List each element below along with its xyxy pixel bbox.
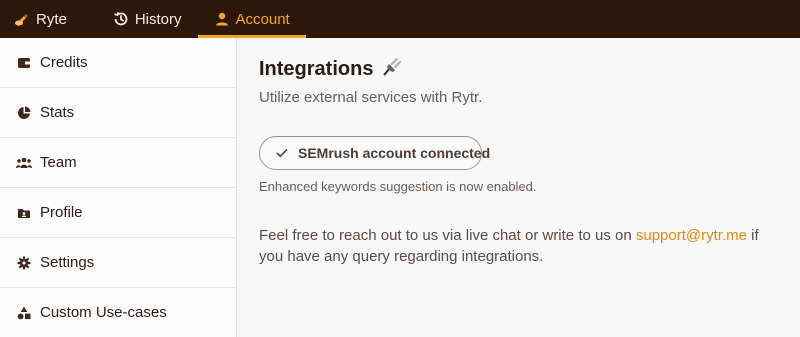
semrush-connected-button[interactable]: SEMrush account connected bbox=[259, 136, 490, 170]
sidebar-item-stats[interactable]: Stats bbox=[0, 88, 236, 138]
history-icon bbox=[113, 11, 129, 27]
page-subtitle: Utilize external services with Rytr. bbox=[259, 89, 483, 106]
user-icon bbox=[214, 11, 230, 27]
check-icon bbox=[276, 145, 288, 161]
shapes-icon bbox=[16, 305, 32, 321]
sidebar-item-label: Custom Use-cases bbox=[40, 304, 167, 321]
writing-hand-icon bbox=[14, 11, 30, 27]
brand-link[interactable]: Ryte bbox=[14, 0, 97, 38]
nav-history[interactable]: History bbox=[97, 0, 198, 38]
sidebar-item-label: Credits bbox=[40, 54, 88, 71]
sidebar-item-label: Settings bbox=[40, 254, 95, 271]
sidebar-item-credits[interactable]: Credits bbox=[0, 38, 236, 88]
nav-account-label: Account bbox=[235, 10, 290, 28]
sidebar-item-label: Stats bbox=[40, 104, 75, 121]
team-icon bbox=[16, 155, 32, 171]
help-text-before: Feel free to reach out to us via live ch… bbox=[259, 227, 632, 244]
gear-icon bbox=[16, 255, 32, 271]
page-title: Integrations bbox=[259, 56, 403, 82]
semrush-connected-label: SEMrush account connected bbox=[298, 145, 491, 161]
wallet-icon bbox=[16, 55, 32, 71]
nav-account[interactable]: Account bbox=[197, 0, 306, 38]
integration-note: Enhanced keywords suggestion is now enab… bbox=[259, 179, 537, 194]
plug-icon bbox=[381, 56, 403, 82]
help-text: Feel free to reach out to us via live ch… bbox=[259, 225, 779, 267]
sidebar-item-profile[interactable]: Profile bbox=[0, 188, 236, 238]
sidebar-item-custom-use-cases[interactable]: Custom Use-cases bbox=[0, 288, 236, 337]
nav-history-label: History bbox=[134, 10, 182, 28]
brand-label: Ryte bbox=[36, 10, 67, 28]
sidebar-item-label: Team bbox=[40, 154, 77, 171]
support-email-link[interactable]: support@rytr.me bbox=[636, 227, 747, 244]
pie-chart-icon bbox=[16, 105, 32, 121]
sidebar-item-label: Profile bbox=[40, 204, 83, 221]
page-title-text: Integrations bbox=[259, 57, 374, 80]
sidebar-item-settings[interactable]: Settings bbox=[0, 238, 236, 288]
sidebar: Credits Stats Team Profile Settings Cust… bbox=[0, 38, 237, 337]
folder-user-icon bbox=[16, 205, 32, 221]
sidebar-item-team[interactable]: Team bbox=[0, 138, 236, 188]
top-navigation: Ryte History Account bbox=[0, 0, 800, 38]
